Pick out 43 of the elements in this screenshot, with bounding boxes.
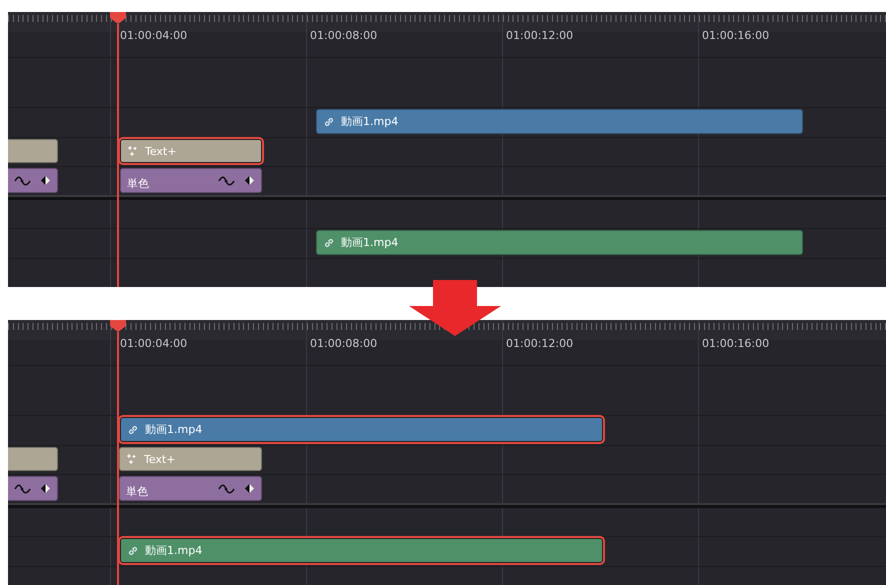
timecode-label: 01:00:12:00 — [506, 337, 574, 350]
clip-name: 動画1.mp4 — [341, 235, 398, 250]
timeline-clip[interactable]: 動画1.mp4 — [316, 230, 803, 255]
clip-name: 動画1.mp4 — [341, 114, 398, 129]
keyframe-icon — [40, 175, 51, 186]
clip-name: 動画1.mp4 — [145, 543, 202, 558]
link-icon — [127, 424, 139, 436]
timeline-clip[interactable]: 単色 — [120, 168, 262, 193]
timeline-clip[interactable]: 動画1.mp4 — [120, 417, 603, 442]
clip-name: 単色 — [127, 176, 149, 191]
timeline-clip[interactable] — [8, 139, 58, 163]
down-arrow-icon — [409, 280, 501, 336]
timecode-label: 01:00:16:00 — [702, 337, 770, 350]
timeline-clip[interactable]: 単色 — [119, 476, 262, 501]
timeline-clip[interactable]: Text+ — [119, 447, 262, 471]
clip-name: 動画1.mp4 — [145, 422, 202, 437]
timeline-clip[interactable]: 動画1.mp4 — [316, 109, 803, 134]
timeline-clip[interactable] — [8, 447, 58, 471]
timecode-label: 01:00:16:00 — [702, 29, 770, 42]
timecode-label: 01:00:12:00 — [506, 29, 574, 42]
link-icon — [323, 236, 335, 248]
keyframe-icon — [244, 175, 255, 186]
timeline-clip[interactable] — [8, 476, 58, 501]
curve-icon — [218, 482, 236, 494]
clip-name: 単色 — [126, 484, 148, 499]
clip-name: Text+ — [145, 144, 176, 158]
sparkle-icon — [126, 453, 138, 465]
clip-name: Text+ — [144, 452, 176, 466]
link-icon — [323, 116, 335, 128]
curve-icon — [14, 174, 32, 186]
curve-icon — [14, 482, 32, 494]
timecode-label: 01:00:04:00 — [120, 337, 188, 350]
timeline-clip[interactable] — [8, 168, 58, 193]
timeline-clip[interactable]: Text+ — [120, 139, 262, 163]
timecode-label: 01:00:08:00 — [310, 337, 378, 350]
sparkle-icon — [127, 145, 139, 157]
keyframe-icon — [244, 483, 255, 494]
timecode-label: 01:00:04:00 — [120, 29, 188, 42]
timecode-label: 01:00:08:00 — [310, 29, 378, 42]
timeline-clip[interactable]: 動画1.mp4 — [120, 538, 603, 563]
keyframe-icon — [40, 483, 51, 494]
curve-icon — [218, 174, 236, 186]
link-icon — [127, 544, 139, 556]
